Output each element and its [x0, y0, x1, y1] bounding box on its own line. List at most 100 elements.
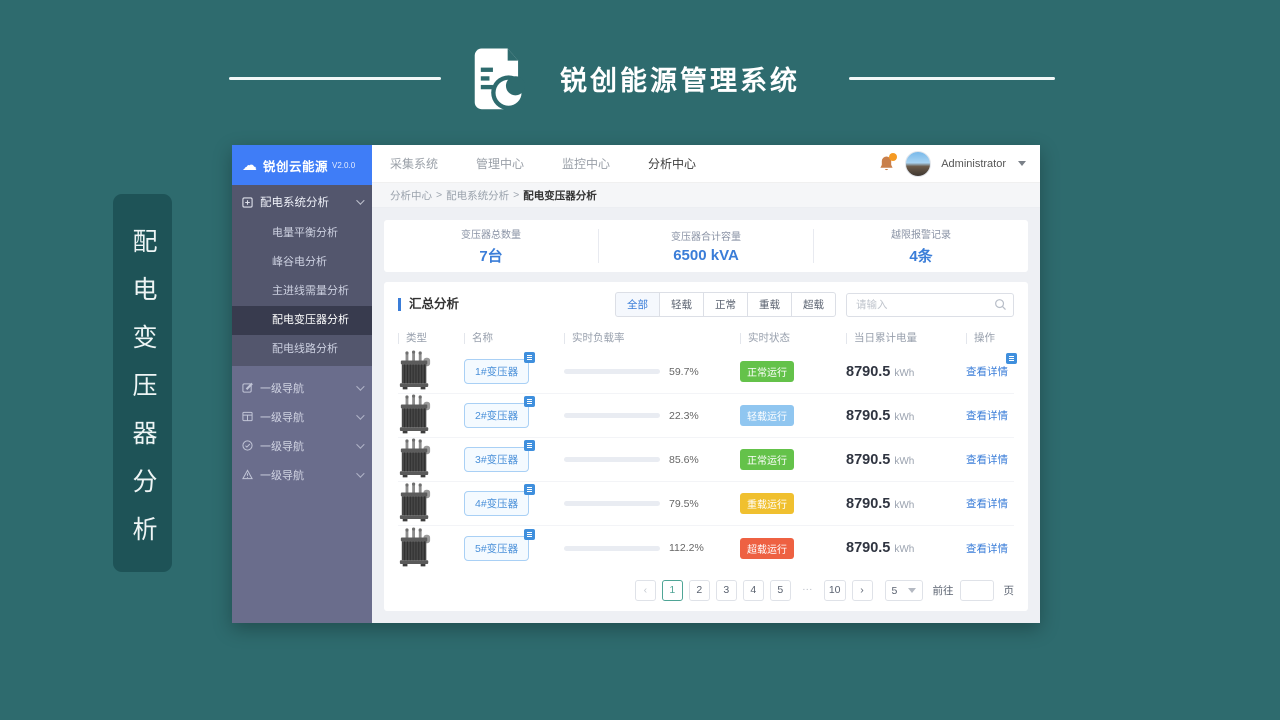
- page-buttons: 1 2 3 4 5 ··· 10: [661, 580, 846, 601]
- energy-unit: kWh: [894, 455, 915, 467]
- load-bar: [564, 501, 660, 506]
- menu-parent-distribution-analysis[interactable]: 配电系统分析: [232, 185, 372, 219]
- sidebar-nav-3[interactable]: 一级导航: [232, 431, 372, 460]
- sidebar-nav-1[interactable]: 一级导航: [232, 373, 372, 402]
- status-badge: 重载运行: [740, 493, 794, 514]
- notification-badge: [889, 152, 898, 161]
- transformer-name-button[interactable]: 4#变压器: [464, 491, 530, 516]
- name-corner-badge: [524, 440, 536, 451]
- page-size-select[interactable]: 5: [884, 580, 923, 601]
- tab-collection-system[interactable]: 采集系统: [390, 155, 438, 172]
- menu-parent-label: 配电系统分析: [260, 197, 329, 209]
- energy-unit: kWh: [894, 411, 915, 423]
- transformer-name-button[interactable]: 2#变压器: [464, 403, 530, 428]
- next-page-button[interactable]: ›: [851, 580, 873, 601]
- view-details-link[interactable]: 查看详情: [966, 543, 1008, 555]
- view-details-link[interactable]: 查看详情: [966, 454, 1008, 466]
- stat-value: 6500 kVA: [673, 247, 739, 264]
- bell-icon[interactable]: [879, 152, 898, 173]
- prev-page-button[interactable]: ‹: [634, 580, 656, 601]
- filter-all-button[interactable]: 全部: [615, 292, 660, 317]
- search-input[interactable]: [846, 292, 1014, 317]
- action-corner-badge: [1006, 353, 1017, 364]
- app-logo[interactable]: ☁ 锐创云能源 V2.0.0: [232, 145, 372, 185]
- filter-normal-button[interactable]: 正常: [703, 292, 748, 317]
- breadcrumb-separator: >: [513, 189, 520, 201]
- table-row: 2#变压器 22.3% 轻载运行 8790.5 kWh 查看详情: [398, 394, 1014, 438]
- content-area: 变压器总数量 7台 变压器合计容量 6500 kVA 越限报警记录 4条 汇总分…: [372, 208, 1040, 623]
- decor-line-left: [229, 76, 441, 80]
- sidebar-item-line-analysis[interactable]: 配电线路分析: [232, 335, 372, 364]
- stat-total-capacity: 变压器合计容量 6500 kVA: [599, 228, 813, 264]
- sidebar-nav-4[interactable]: 一级导航: [232, 460, 372, 489]
- nav-item-label: 一级导航: [260, 440, 304, 453]
- sidebar-item-peak-valley[interactable]: 峰谷电分析: [232, 248, 372, 277]
- load-cell: 59.7%: [564, 366, 740, 378]
- filter-over-button[interactable]: 超载: [791, 292, 836, 317]
- caret-down-icon[interactable]: [1018, 161, 1026, 166]
- name-cell: 5#变压器: [464, 528, 564, 561]
- status-badge: 轻载运行: [740, 405, 794, 426]
- filter-button-group: 全部 轻载 正常 重载 超载: [615, 292, 836, 317]
- sidebar-nav-2[interactable]: 一级导航: [232, 402, 372, 431]
- sidebar-item-power-balance[interactable]: 电量平衡分析: [232, 219, 372, 248]
- stats-card: 变压器总数量 7台 变压器合计容量 6500 kVA 越限报警记录 4条: [384, 220, 1028, 272]
- name-corner-badge: [524, 484, 536, 495]
- tab-monitoring-center[interactable]: 监控中心: [562, 155, 610, 172]
- view-details-link[interactable]: 查看详情: [966, 410, 1008, 422]
- breadcrumb-distribution-analysis[interactable]: 配电系统分析: [446, 188, 509, 203]
- section-title: 汇总分析: [398, 298, 459, 311]
- stat-transformer-count: 变压器总数量 7台: [384, 226, 598, 266]
- tab-management-center[interactable]: 管理中心: [476, 155, 524, 172]
- transformer-image: [399, 526, 431, 566]
- transformer-name-button[interactable]: 1#变压器: [464, 359, 530, 384]
- name-corner-badge: [524, 528, 536, 540]
- filter-light-button[interactable]: 轻载: [659, 292, 704, 317]
- document-logo-icon: [474, 48, 525, 110]
- page-button[interactable]: 3: [715, 580, 737, 601]
- transformer-name-button[interactable]: 3#变压器: [464, 447, 530, 472]
- header-energy: 当日累计电量: [846, 333, 966, 344]
- breadcrumb-analysis-center[interactable]: 分析中心: [390, 188, 432, 203]
- status-badge: 超载运行: [740, 537, 794, 559]
- table-header: 类型 名称 实时负载率 实时状态 当日累计电量 操作: [398, 333, 1014, 344]
- header-status: 实时状态: [740, 333, 846, 344]
- goto-unit: 页: [1003, 585, 1015, 597]
- sidebar-nav-list: 一级导航 一级导航 一级导航 一级导航: [232, 366, 372, 489]
- table-row: 5#变压器 112.2% 超载运行 8790.5 kWh 查看详情: [398, 526, 1014, 570]
- energy-unit: kWh: [894, 544, 915, 555]
- submenu: 电量平衡分析 峰谷电分析 主进线需量分析 配电变压器分析 配电线路分析: [232, 219, 372, 364]
- stat-alarm-records: 越限报警记录 4条: [814, 226, 1028, 266]
- nav-item-label: 一级导航: [260, 469, 304, 482]
- sidebar-item-main-line-demand[interactable]: 主进线需量分析: [232, 277, 372, 306]
- tab-analysis-center[interactable]: 分析中心: [648, 155, 696, 172]
- view-details-link[interactable]: 查看详情: [966, 498, 1008, 510]
- goto-page-input[interactable]: [959, 580, 994, 601]
- view-details-link[interactable]: 查看详情: [966, 366, 1008, 378]
- sidebar-item-transformer-analysis[interactable]: 配电变压器分析: [232, 306, 372, 335]
- name-cell: 3#变压器: [464, 440, 564, 472]
- caret-down-icon: [907, 588, 916, 593]
- page-button[interactable]: 2: [688, 580, 710, 601]
- energy-cell: 8790.5 kWh: [846, 408, 966, 424]
- table-row: 4#变压器 79.5% 重载运行 8790.5 kWh 查看详情: [398, 482, 1014, 526]
- page-ellipsis: ···: [796, 580, 818, 601]
- status-cell: 正常运行: [740, 361, 846, 382]
- status-cell: 轻载运行: [740, 405, 846, 426]
- avatar[interactable]: [905, 150, 932, 177]
- page-button[interactable]: 10: [823, 580, 846, 601]
- filter-heavy-button[interactable]: 重载: [747, 292, 792, 317]
- page-button[interactable]: 4: [742, 580, 764, 601]
- transformer-image: [399, 438, 431, 478]
- load-percent: 112.2%: [669, 542, 704, 554]
- brand-header: 锐创能源管理系统: [229, 44, 1055, 112]
- chevron-down-icon: [356, 410, 365, 420]
- breadcrumb-separator: >: [436, 189, 443, 201]
- transformer-name-button[interactable]: 5#变压器: [464, 535, 530, 561]
- page-button[interactable]: 1: [661, 580, 683, 601]
- sidebar: ☁ 锐创云能源 V2.0.0 配电系统分析 电量平衡分析 峰谷电分析 主进线需量…: [232, 145, 372, 623]
- app-logo-text: 锐创云能源: [263, 159, 329, 174]
- stat-label: 变压器合计容量: [671, 232, 741, 243]
- type-cell: [398, 350, 464, 393]
- page-button[interactable]: 5: [769, 580, 791, 601]
